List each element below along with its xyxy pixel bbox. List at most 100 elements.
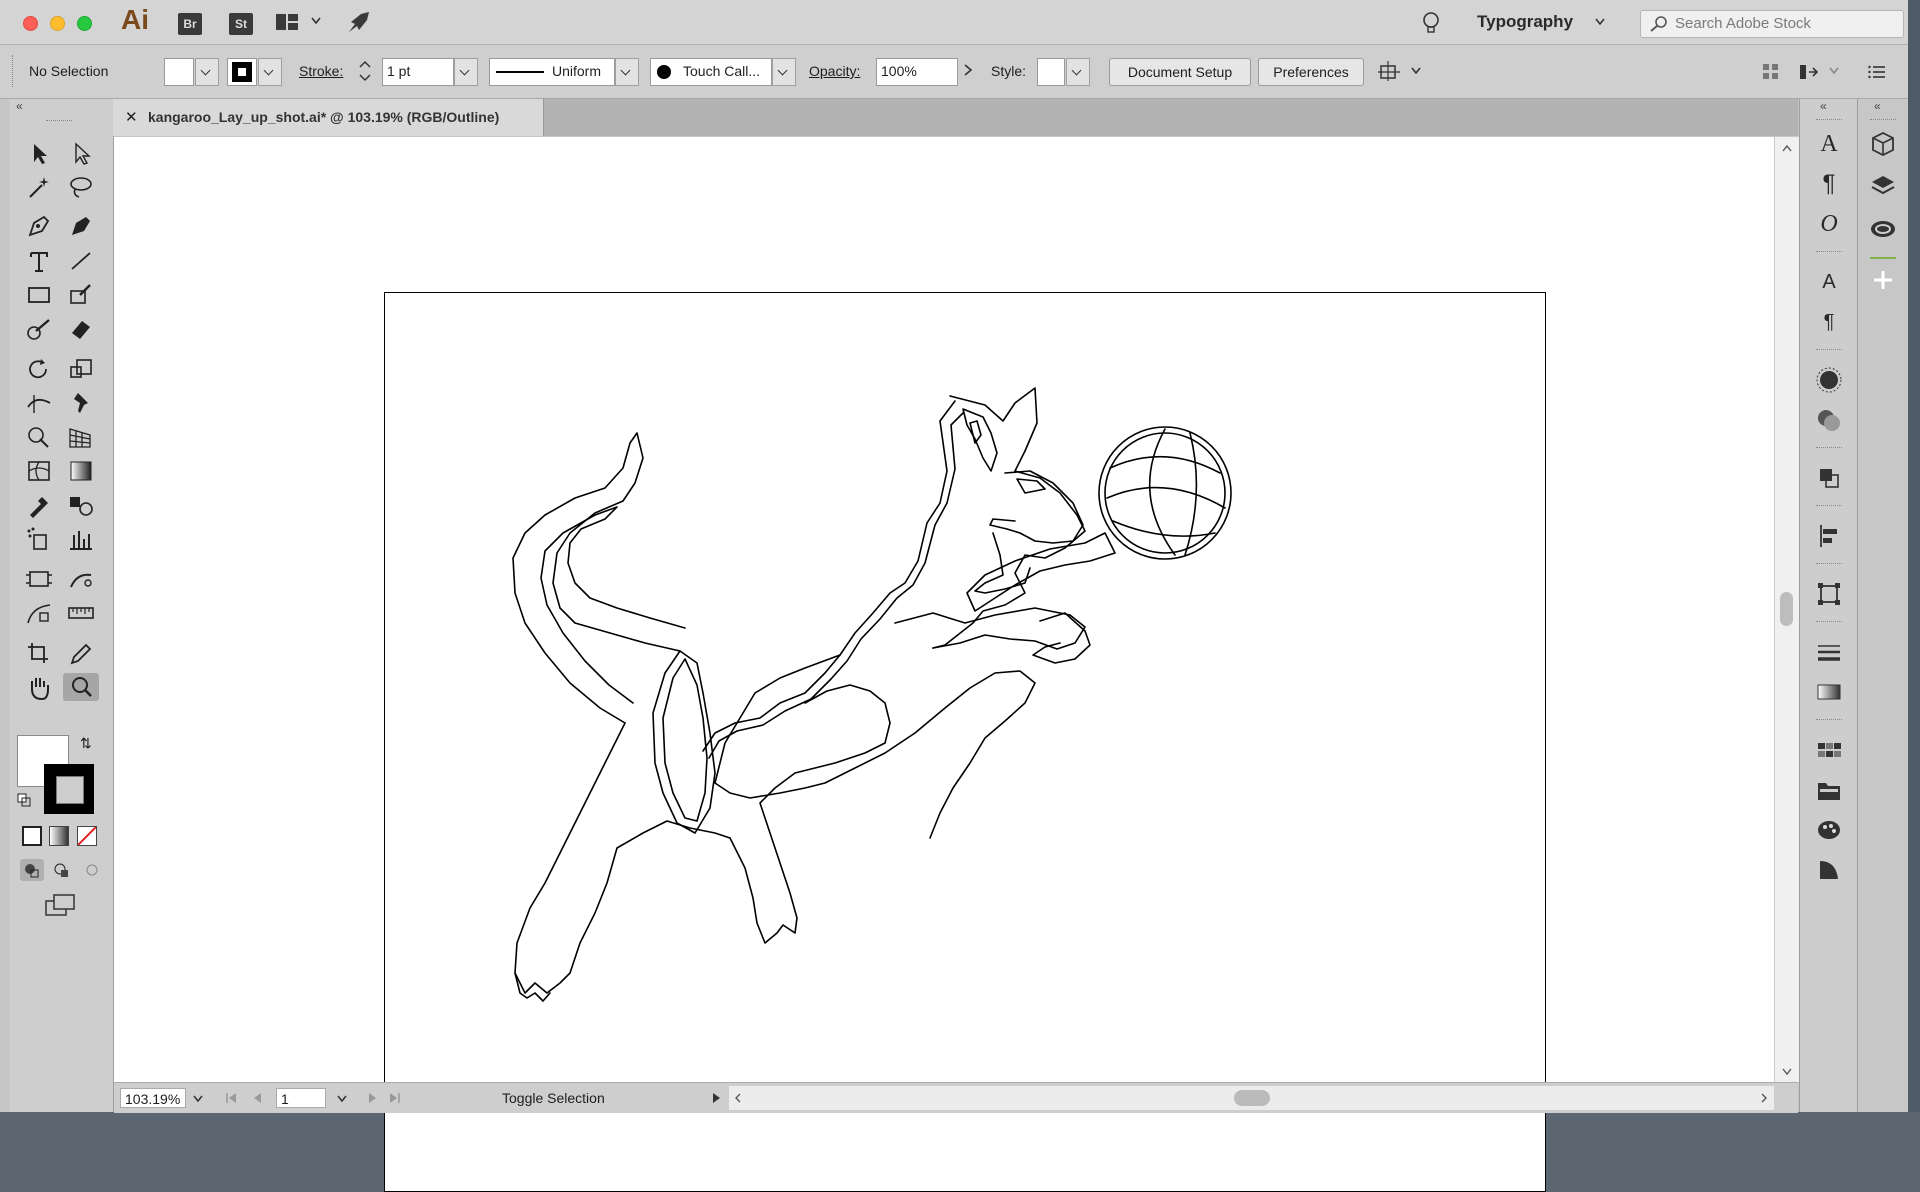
draw-normal-icon[interactable] [20,859,44,881]
chevron-down-icon[interactable] [310,15,322,27]
horizontal-scroll-thumb[interactable] [1234,1090,1270,1106]
scroll-left-icon[interactable] [733,1092,743,1104]
status-menu-icon[interactable] [710,1092,722,1104]
pen-tool-icon[interactable] [24,213,54,241]
artboard-tool-icon[interactable] [24,565,54,593]
shape-builder-icon[interactable] [24,423,54,451]
stroke-weight-stepper[interactable] [355,56,375,86]
rotate-tool-icon[interactable] [24,355,54,383]
stroke-color-dropdown[interactable] [258,58,282,86]
rectangle-tool-icon[interactable] [24,281,54,309]
stroke-panel-icon[interactable] [1814,637,1844,667]
select-similar-objects-icon[interactable] [1378,60,1402,82]
previous-artboard-icon[interactable] [250,1091,264,1105]
close-window-button[interactable] [23,16,38,31]
artboard-number-field[interactable]: 1 [276,1088,326,1108]
opentype-panel-icon[interactable]: O [1814,209,1844,239]
align-grid-icon[interactable] [1762,63,1780,81]
chevron-down-icon[interactable] [1594,16,1606,28]
search-adobe-stock-field[interactable]: Search Adobe Stock [1640,10,1904,38]
opacity-field[interactable]: 100% [876,58,958,86]
collapse-panel-icon[interactable]: « [16,99,23,113]
blend-tool-icon[interactable] [66,491,96,519]
next-artboard-icon[interactable] [366,1091,380,1105]
align-icon[interactable] [1814,521,1844,551]
eraser-icon[interactable] [66,315,96,343]
kangaroo-artwork[interactable] [385,293,1545,1191]
transform-icon[interactable] [1798,63,1820,81]
transform-panel-icon[interactable] [1814,579,1844,609]
stroke-swatch[interactable] [227,58,257,86]
document-setup-button[interactable]: Document Setup [1109,58,1251,86]
character-panel-icon[interactable]: A [1814,129,1844,159]
graphic-style-swatch[interactable] [1037,58,1065,86]
scale-tool-icon[interactable] [66,355,96,383]
scroll-down-icon[interactable] [1781,1065,1793,1076]
chevron-down-icon[interactable] [1410,65,1422,77]
type-tool-icon[interactable] [24,247,54,275]
opacity-label[interactable]: Opacity: [809,63,860,79]
artboard[interactable] [384,292,1546,1192]
ruler-icon[interactable] [66,599,96,627]
document-tab[interactable]: ✕ kangaroo_Lay_up_shot.ai* @ 103.19% (RG… [113,99,544,136]
curvature-tool-icon[interactable] [66,213,96,241]
appearance-icon[interactable] [1814,365,1844,395]
fill-dropdown[interactable] [195,58,219,86]
chevron-down-icon[interactable] [1828,65,1840,77]
scroll-right-icon[interactable] [1759,1092,1769,1104]
panel-menu-icon[interactable] [1868,64,1886,80]
draw-behind-icon[interactable] [50,859,74,881]
perspective-grid-icon[interactable] [66,423,96,451]
libraries-folder-icon[interactable] [1814,775,1844,805]
bridge-button[interactable]: Br [178,13,202,35]
vertical-scroll-thumb[interactable] [1780,592,1793,626]
stroke-weight-dropdown[interactable] [454,58,478,86]
gradient-mode-icon[interactable] [49,826,69,846]
color-mode-icon[interactable] [22,826,42,846]
chevron-right-icon[interactable] [962,63,974,77]
graphic-styles-icon[interactable] [1814,855,1844,885]
rocket-icon[interactable] [345,10,371,36]
paragraph-styles-icon[interactable]: ¶ [1814,307,1844,337]
chevron-down-icon[interactable] [192,1093,204,1105]
brush-dropdown[interactable] [772,58,796,86]
pathfinder-icon[interactable] [1814,463,1844,493]
variable-width-profile[interactable]: Uniform [489,58,615,86]
scroll-up-icon[interactable] [1781,141,1793,152]
canvas[interactable] [114,137,1774,1192]
first-artboard-icon[interactable] [224,1091,238,1105]
mesh-tool-icon[interactable] [24,457,54,485]
none-mode-icon[interactable] [77,826,97,846]
stock-button[interactable]: St [229,13,253,35]
draw-inside-icon[interactable] [80,859,104,881]
shaper-tool-icon[interactable] [66,281,96,309]
symbol-sprayer-icon[interactable] [24,525,54,553]
character-styles-icon[interactable]: A [1814,267,1844,297]
arrange-documents-icon[interactable] [275,13,299,31]
stroke-weight-field[interactable]: 1 pt [382,58,454,86]
direct-selection-tool-icon[interactable] [66,139,96,167]
vertical-scrollbar[interactable] [1774,137,1799,1082]
collapse-panel-icon[interactable]: « [1874,99,1881,113]
gradient-panel-icon[interactable] [1814,677,1844,707]
slice-tool-icon[interactable] [66,565,96,593]
paragraph-panel-icon[interactable]: ¶ [1814,169,1844,199]
screen-mode-icon[interactable] [44,893,78,919]
puppet-warp-icon[interactable] [66,389,96,417]
selection-tool-icon[interactable] [24,139,54,167]
default-fill-stroke-icon[interactable] [17,793,31,807]
chevron-down-icon[interactable] [336,1093,348,1105]
collapse-panel-icon[interactable]: « [1820,99,1827,113]
stroke-color-box[interactable] [44,764,94,814]
lasso-icon[interactable] [66,173,96,201]
line-segment-tool-icon[interactable] [66,247,96,275]
fill-swatch[interactable] [164,58,194,86]
creative-cloud-libraries-icon[interactable] [1868,213,1898,243]
column-graph-icon[interactable] [66,525,96,553]
graphic-style-dropdown[interactable] [1066,58,1090,86]
transparency-icon[interactable] [1814,405,1844,435]
properties-cube-icon[interactable] [1868,129,1898,159]
gradient-tool-icon[interactable] [66,457,96,485]
layers-icon[interactable] [1868,171,1898,201]
preferences-button[interactable]: Preferences [1258,58,1364,86]
